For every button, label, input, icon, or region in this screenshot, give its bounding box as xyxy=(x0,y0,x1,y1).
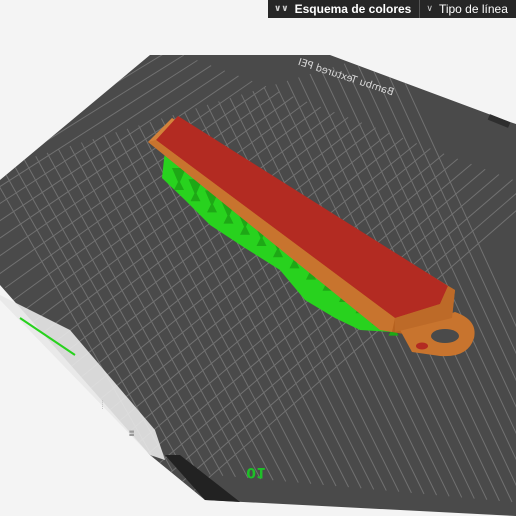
keyring-hole xyxy=(431,329,459,343)
line-type-dropdown[interactable]: ∨ Tipo de línea xyxy=(420,0,514,18)
3d-preview-viewport[interactable]: ▮▮ ····· Bambu Textured PEI 01 xyxy=(0,0,516,516)
color-scheme-label: Esquema de colores xyxy=(294,2,412,16)
keyring-infill xyxy=(416,342,428,350)
color-scheme-dropdown[interactable]: ∨∨ Esquema de colores xyxy=(268,0,421,18)
double-chevron-down-icon: ∨∨ xyxy=(274,4,289,14)
preview-toolbar: ∨∨ Esquema de colores ∨ Tipo de línea xyxy=(268,0,516,18)
plate-number-label: 01 xyxy=(246,464,265,480)
svg-text:▮▮: ▮▮ xyxy=(128,430,135,437)
line-type-label: Tipo de línea xyxy=(438,2,508,16)
chevron-down-icon: ∨ xyxy=(426,4,433,14)
svg-text:·····: ····· xyxy=(98,400,105,410)
